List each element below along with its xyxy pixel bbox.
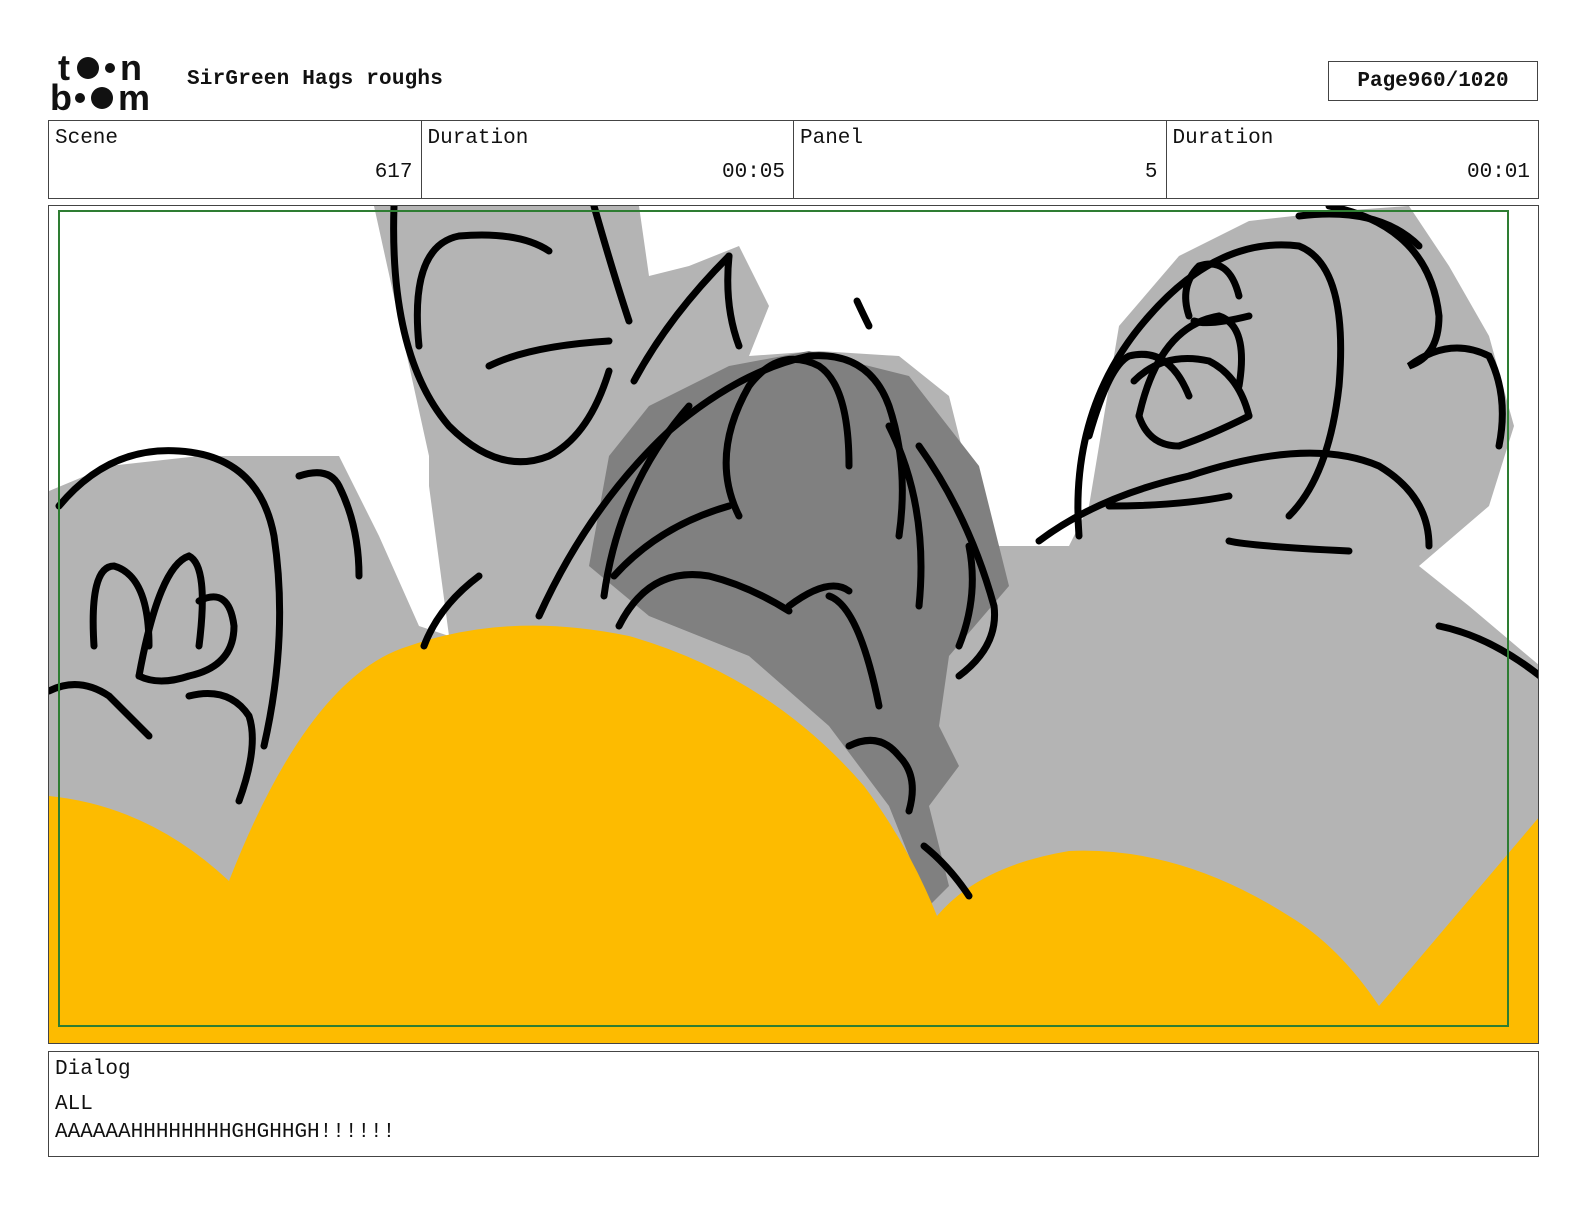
panel-value: 5 xyxy=(1144,161,1158,184)
scene-value: 617 xyxy=(374,161,413,184)
page-indicator: Page 960/1020 xyxy=(1328,61,1538,101)
scene-duration-label: Duration xyxy=(427,127,529,150)
scene-duration-cell: Duration 00:05 xyxy=(422,121,794,198)
document-title: SirGreen Hags roughs xyxy=(187,68,444,91)
scene-cell: Scene 617 xyxy=(49,121,422,198)
scene-duration-value: 00:05 xyxy=(721,161,785,184)
panel-drawing xyxy=(49,206,1538,1043)
scene-label: Scene xyxy=(55,127,119,150)
page-label: Page xyxy=(1357,69,1408,93)
svg-text:m: m xyxy=(118,77,150,114)
panel-duration-cell: Duration 00:01 xyxy=(1167,121,1539,198)
panel-duration-value: 00:01 xyxy=(1466,161,1530,184)
panel-duration-label: Duration xyxy=(1172,127,1274,150)
dialog-speaker: ALL xyxy=(55,1093,93,1116)
page-number: 960/1020 xyxy=(1407,69,1509,93)
svg-text:b: b xyxy=(50,77,72,114)
panel-label: Panel xyxy=(800,127,864,150)
toon-boom-logo: t n b m xyxy=(50,47,166,118)
panel-cell: Panel 5 xyxy=(794,121,1167,198)
dialog-box: Dialog ALL AAAAAAHHHHHHHHGHGHHGH!!!!!! xyxy=(48,1051,1539,1157)
storyboard-panel xyxy=(48,205,1539,1044)
scene-info-table: Scene 617 Duration 00:05 Panel 5 Duratio… xyxy=(48,120,1539,199)
dialog-label: Dialog xyxy=(55,1058,131,1081)
dialog-line: AAAAAAHHHHHHHHGHGHHGH!!!!!! xyxy=(55,1121,396,1144)
